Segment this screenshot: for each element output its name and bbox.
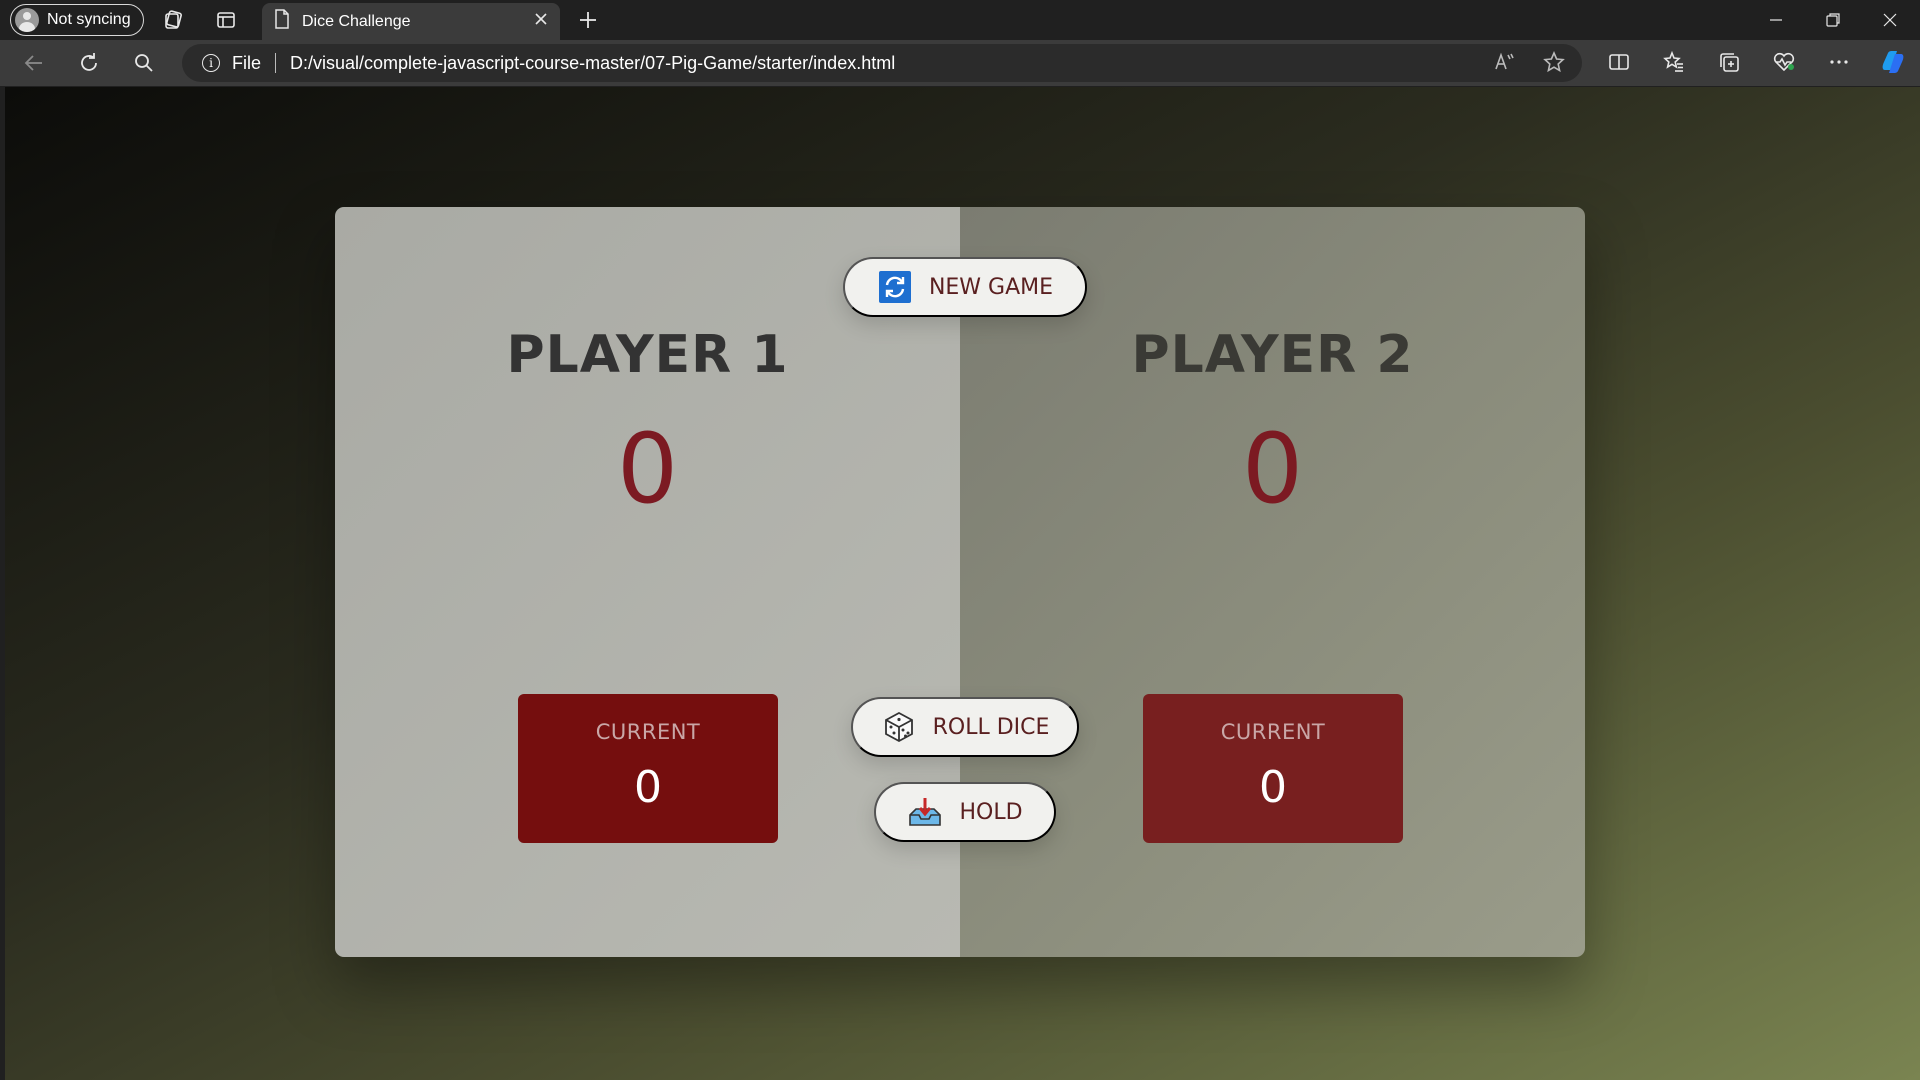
close-window-icon[interactable]	[1870, 6, 1910, 34]
site-info-icon[interactable]: i	[202, 54, 220, 72]
player-2-panel: PLAYER 2 0 CURRENT 0	[960, 207, 1585, 957]
favorites-icon[interactable]	[1660, 48, 1688, 76]
tab-actions-icon[interactable]	[214, 8, 238, 32]
player-2-name: PLAYER 2	[1131, 325, 1414, 385]
minimize-icon[interactable]	[1756, 6, 1796, 34]
player-1-panel: PLAYER 1 0 CURRENT 0	[335, 207, 960, 957]
game-board: PLAYER 1 0 CURRENT 0 PLAYER 2 0 CURRENT …	[335, 207, 1585, 957]
restore-icon[interactable]	[1813, 6, 1853, 34]
collections-icon[interactable]	[1715, 48, 1743, 76]
address-divider	[275, 53, 277, 73]
profile-button[interactable]: Not syncing	[10, 4, 144, 36]
search-icon[interactable]	[132, 51, 156, 75]
new-game-label: NEW GAME	[928, 274, 1054, 300]
copilot-icon[interactable]	[1879, 48, 1907, 76]
profile-label: Not syncing	[47, 11, 131, 28]
player-1-current-score: 0	[634, 762, 662, 813]
page-icon	[274, 9, 290, 34]
back-icon[interactable]	[22, 51, 46, 75]
hold-label: HOLD	[959, 799, 1023, 825]
close-tab-icon[interactable]	[534, 12, 548, 31]
address-bar[interactable]: i File D:/visual/complete-javascript-cou…	[182, 44, 1582, 82]
new-tab-icon[interactable]	[576, 8, 600, 32]
player-2-current-score: 0	[1259, 762, 1287, 813]
browser-essentials-icon[interactable]	[1770, 48, 1798, 76]
player-1-current-label: CURRENT	[595, 720, 701, 744]
player-1-score: 0	[616, 413, 679, 525]
avatar-icon	[15, 8, 39, 32]
split-screen-icon[interactable]	[1605, 48, 1633, 76]
new-game-button[interactable]: NEW GAME	[843, 257, 1087, 317]
player-2-current-label: CURRENT	[1220, 720, 1326, 744]
address-url[interactable]: D:/visual/complete-javascript-course-mas…	[290, 53, 895, 74]
favorite-star-icon[interactable]	[1540, 48, 1568, 76]
refresh-icon[interactable]	[77, 51, 101, 75]
hold-button[interactable]: HOLD	[874, 782, 1056, 842]
page-viewport: PLAYER 1 0 CURRENT 0 PLAYER 2 0 CURRENT …	[5, 87, 1920, 1080]
roll-dice-label: ROLL DICE	[932, 714, 1050, 740]
inbox-tray-icon	[907, 794, 943, 830]
player-1-name: PLAYER 1	[506, 325, 789, 385]
browser-titlebar: Not syncing Dice Challenge	[0, 0, 1920, 40]
browser-toolbar: i File D:/visual/complete-javascript-cou…	[0, 40, 1920, 86]
player-1-current-box: CURRENT 0	[518, 694, 778, 843]
player-2-score: 0	[1241, 413, 1304, 525]
tab-dice-challenge[interactable]: Dice Challenge	[262, 3, 560, 40]
refresh-icon	[877, 269, 913, 305]
address-scheme: File	[232, 52, 262, 73]
workspaces-icon[interactable]	[162, 8, 186, 32]
tab-title: Dice Challenge	[302, 12, 411, 30]
player-2-current-box: CURRENT 0	[1143, 694, 1403, 843]
roll-dice-button[interactable]: ROLL DICE	[851, 697, 1079, 757]
read-aloud-icon[interactable]	[1490, 48, 1518, 76]
more-options-icon[interactable]	[1825, 48, 1853, 76]
dice-icon	[881, 709, 917, 745]
